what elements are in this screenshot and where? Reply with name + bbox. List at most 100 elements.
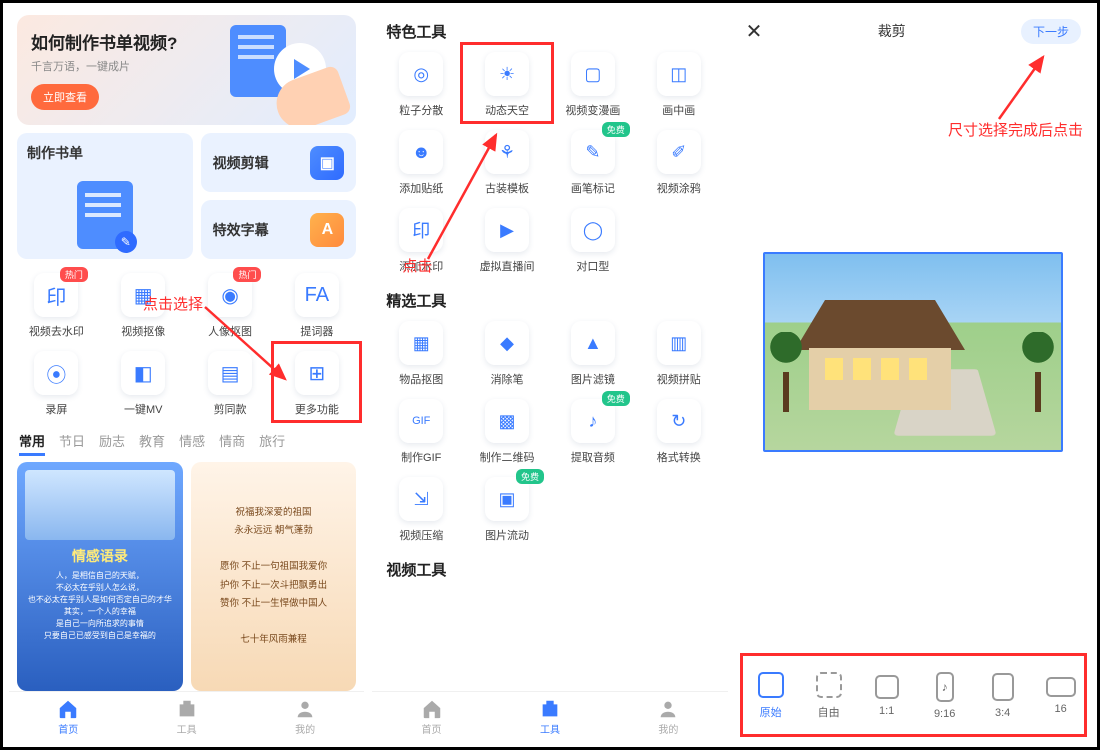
tool-视频涂鸦[interactable]: ✐视频涂鸦: [636, 126, 722, 200]
ratio-1:1[interactable]: 1:1: [866, 675, 908, 717]
nav-工具[interactable]: 工具: [491, 692, 609, 741]
tool-icon: ▤: [208, 351, 252, 395]
tool-格式转换[interactable]: ↻格式转换: [636, 395, 722, 469]
crop-preview-image[interactable]: [763, 252, 1063, 452]
tool-视频拼贴[interactable]: ▥视频拼贴: [636, 317, 722, 391]
text-a-icon: A: [310, 213, 344, 247]
nav-我的[interactable]: 我的: [246, 692, 364, 741]
ratio-9:16[interactable]: ♪9:16: [924, 672, 966, 720]
feature-video-edit[interactable]: 视频剪辑 ▣: [201, 133, 357, 192]
tool-icon: ⦿: [34, 351, 78, 395]
section-selected: 精选工具: [386, 290, 713, 311]
tool-icon: 印: [399, 208, 443, 252]
tool-物品抠图[interactable]: ▦物品抠图: [378, 317, 464, 391]
ratio-自由[interactable]: 自由: [808, 672, 850, 720]
tool-icon: ▩: [485, 399, 529, 443]
tool-视频压缩[interactable]: ⇲视频压缩: [378, 473, 464, 547]
ratio-3:4[interactable]: 3:4: [982, 673, 1024, 719]
tool-icon: ✐: [657, 130, 701, 174]
badge: 热门: [233, 267, 261, 282]
ratio-原始[interactable]: 原始: [750, 672, 792, 720]
badge: 免费: [516, 469, 544, 484]
banner-illustration: [186, 25, 346, 115]
tool-动态天空[interactable]: ☀动态天空: [464, 48, 550, 122]
tool-icon: ⚘: [485, 130, 529, 174]
tool-视频变漫画[interactable]: ▢视频变漫画: [550, 48, 636, 122]
tool-icon: ☀: [485, 52, 529, 96]
tool-制作二维码[interactable]: ▩制作二维码: [464, 395, 550, 469]
next-button[interactable]: 下一步: [1021, 19, 1081, 44]
tool-icon: ▦: [121, 273, 165, 317]
crop-icon: ▣: [310, 146, 344, 180]
tab-常用[interactable]: 常用: [19, 431, 45, 456]
tool-icon: ⊞: [295, 351, 339, 395]
phone-crop: ✕ 裁剪 下一步 尺寸选择完成后点击 原始自由1:1♪9:163:416: [736, 9, 1091, 741]
template-tabs: 常用节日励志教育情感情商旅行: [19, 431, 354, 456]
section-video: 视频工具: [386, 559, 713, 580]
tool-视频抠像[interactable]: ▦视频抠像: [100, 269, 187, 343]
tool-提取音频[interactable]: ♪提取音频免费: [550, 395, 636, 469]
tool-添加贴纸[interactable]: ☻添加贴纸: [378, 126, 464, 200]
tool-icon: ☻: [399, 130, 443, 174]
banner-cta-button[interactable]: 立即查看: [31, 84, 99, 110]
tool-icon: ▲: [571, 321, 615, 365]
tool-icon: ▶: [485, 208, 529, 252]
tool-一键MV[interactable]: ◧一键MV: [100, 347, 187, 421]
tab-旅行[interactable]: 旅行: [259, 431, 285, 456]
tool-icon: ◎: [399, 52, 443, 96]
tool-古装模板[interactable]: ⚘古装模板: [464, 126, 550, 200]
tool-提词器[interactable]: FA提词器: [273, 269, 360, 343]
tab-情商[interactable]: 情商: [219, 431, 245, 456]
tool-消除笔[interactable]: ◆消除笔: [464, 317, 550, 391]
ratio-16[interactable]: 16: [1040, 677, 1082, 715]
tab-教育[interactable]: 教育: [139, 431, 165, 456]
bottom-nav: 首页工具我的: [9, 691, 364, 741]
tool-录屏[interactable]: ⦿录屏: [13, 347, 100, 421]
edit-icon: ✎: [115, 231, 137, 253]
tool-画中画[interactable]: ◫画中画: [636, 48, 722, 122]
tool-更多功能[interactable]: ⊞更多功能: [273, 347, 360, 421]
section-special: 特色工具: [386, 21, 713, 42]
feature-fx-subtitle[interactable]: 特效字幕 A: [201, 200, 357, 259]
nav-首页[interactable]: 首页: [9, 692, 127, 741]
tool-icon: GIF: [399, 399, 443, 443]
ratio-bar: 原始自由 1:1 ♪9:16 3:4 16: [736, 651, 1091, 741]
phone-home: 如何制作书单视频? 千言万语，一键成片 立即查看 制作书单 ✎ 视频剪辑 ▣ 特…: [9, 9, 364, 741]
tool-icon: ▢: [571, 52, 615, 96]
template-card-2[interactable]: 祝福我深爱的祖国永永远远 朝气蓬勃愿你 不止一句祖国我爱你护你 不止一次斗把飘勇…: [191, 462, 357, 691]
badge: 免费: [602, 122, 630, 137]
tool-虚拟直播间[interactable]: ▶虚拟直播间: [464, 204, 550, 278]
tool-icon: ◫: [657, 52, 701, 96]
tool-icon: ◆: [485, 321, 529, 365]
tool-添加水印[interactable]: 印添加水印: [378, 204, 464, 278]
tool-视频去水印[interactable]: 印视频去水印热门: [13, 269, 100, 343]
tool-icon: ⇲: [399, 477, 443, 521]
page-title: 裁剪: [878, 21, 906, 41]
tool-对口型[interactable]: ◯对口型: [550, 204, 636, 278]
tab-节日[interactable]: 节日: [59, 431, 85, 456]
badge: 免费: [602, 391, 630, 406]
tool-粒子分散[interactable]: ◎粒子分散: [378, 48, 464, 122]
tool-图片流动[interactable]: ▣图片流动免费: [464, 473, 550, 547]
template-card-1[interactable]: 情感语录 人，是相信自己的天赋，不必太在乎别人怎么说，也不必太在乎别人是如何否定…: [17, 462, 183, 691]
nav-工具[interactable]: 工具: [127, 692, 245, 741]
close-icon[interactable]: ✕: [746, 19, 763, 44]
tool-icon: ▥: [657, 321, 701, 365]
tool-图片滤镜[interactable]: ▲图片滤镜: [550, 317, 636, 391]
tool-剪同款[interactable]: ▤剪同款: [187, 347, 274, 421]
bottom-nav: 首页工具我的: [372, 691, 727, 741]
feature-make-booklist[interactable]: 制作书单 ✎: [17, 133, 193, 259]
promo-banner[interactable]: 如何制作书单视频? 千言万语，一键成片 立即查看: [17, 15, 356, 125]
badge: 热门: [60, 267, 88, 282]
tab-励志[interactable]: 励志: [99, 431, 125, 456]
phone-tools: 特色工具 ◎粒子分散☀动态天空▢视频变漫画◫画中画 ☻添加贴纸⚘古装模板✎画笔标记…: [372, 9, 727, 741]
tool-画笔标记[interactable]: ✎画笔标记免费: [550, 126, 636, 200]
tool-icon: ▦: [399, 321, 443, 365]
tool-人像抠图[interactable]: ◉人像抠图热门: [187, 269, 274, 343]
tab-情感[interactable]: 情感: [179, 431, 205, 456]
nav-首页[interactable]: 首页: [372, 692, 490, 741]
nav-我的[interactable]: 我的: [609, 692, 727, 741]
tool-icon: ↻: [657, 399, 701, 443]
tool-icon: FA: [295, 273, 339, 317]
tool-制作GIF[interactable]: GIF制作GIF: [378, 395, 464, 469]
